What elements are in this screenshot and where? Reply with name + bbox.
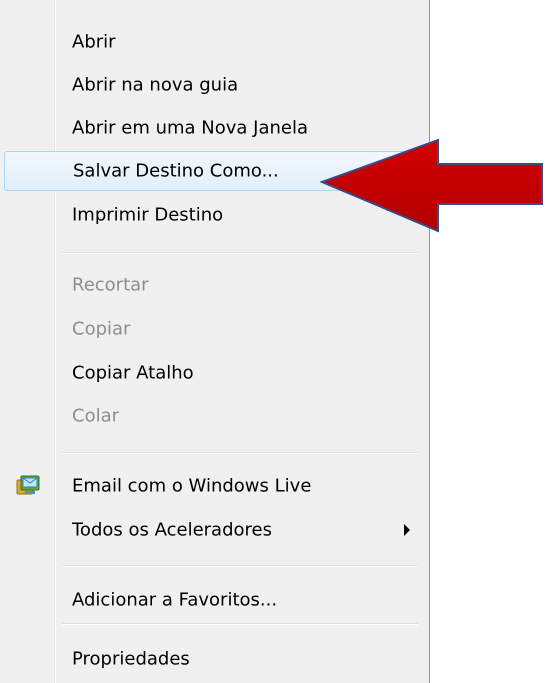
menu-item-copiar[interactable]: Copiar [4, 309, 422, 349]
menu-item-label: Salvar Destino Como... [73, 160, 279, 182]
menu-item-label: Abrir em uma Nova Janela [72, 117, 309, 139]
menu-separator [62, 252, 418, 254]
menu-separator [62, 623, 418, 625]
menu-item-label: Propriedades [72, 648, 190, 670]
menu-item-label: Abrir [72, 31, 116, 53]
menu-item-todos-aceleradores[interactable]: Todos os Aceleradores [4, 510, 422, 550]
context-menu: Abrir Abrir na nova guia Abrir em uma No… [0, 0, 430, 683]
menu-item-label: Adicionar a Favoritos... [72, 589, 278, 611]
menu-item-adicionar-favoritos[interactable]: Adicionar a Favoritos... [4, 580, 422, 620]
windows-live-mail-icon [16, 475, 40, 495]
menu-item-colar[interactable]: Colar [4, 396, 422, 436]
menu-item-abrir[interactable]: Abrir [4, 22, 422, 62]
menu-item-label: Imprimir Destino [72, 204, 224, 226]
submenu-arrow-icon [404, 524, 410, 536]
menu-item-label: Copiar [72, 318, 131, 340]
menu-item-label: Colar [72, 405, 120, 427]
menu-item-label: Copiar Atalho [72, 362, 194, 384]
menu-item-label: Email com o Windows Live [72, 475, 312, 497]
menu-item-label: Recortar [72, 274, 149, 296]
menu-item-label: Abrir na nova guia [72, 74, 239, 96]
screenshot-stage: Abrir Abrir na nova guia Abrir em uma No… [0, 0, 546, 683]
menu-item-label: Todos os Aceleradores [72, 519, 272, 541]
menu-item-copiar-atalho[interactable]: Copiar Atalho [4, 353, 422, 393]
menu-item-abrir-nova-guia[interactable]: Abrir na nova guia [4, 65, 422, 105]
red-arrow-annotation-icon [320, 138, 543, 233]
menu-separator [62, 565, 418, 567]
menu-item-email-windows-live[interactable]: Email com o Windows Live [4, 466, 422, 506]
menu-item-recortar[interactable]: Recortar [4, 265, 422, 305]
menu-item-propriedades[interactable]: Propriedades [4, 639, 422, 679]
menu-separator [62, 452, 418, 454]
